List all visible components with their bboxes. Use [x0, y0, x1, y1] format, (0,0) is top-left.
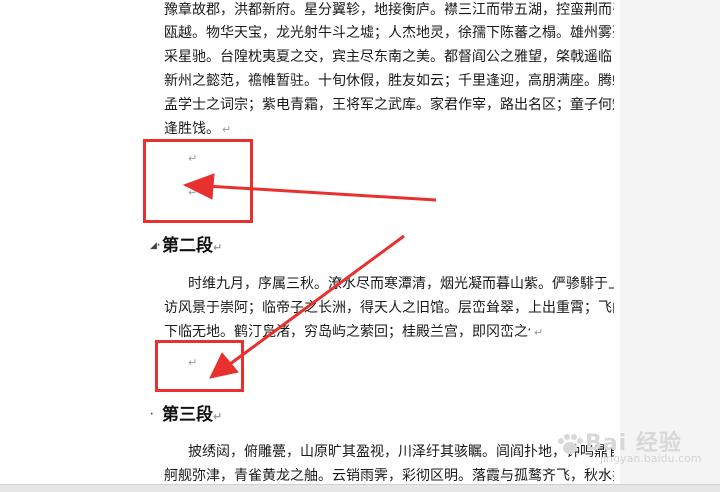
text-line[interactable]: 访风景于崇阿；临帝子之长洲，得天人之旧馆。层峦耸翠，上出重霄；飞阁流丹，	[164, 299, 614, 317]
paw-logo-icon	[558, 434, 583, 454]
paragraph-mark-icon: ↵	[213, 241, 223, 254]
text-line[interactable]: 逢胜饯。	[164, 120, 220, 138]
heading-bullet-icon: ◢·	[150, 241, 161, 251]
text-line[interactable]: 舸舰弥津，青雀黄龙之舳。云销雨霁，彩彻区明。落霞与孤鹜齐飞，秋水共长天	[164, 467, 614, 485]
watermark-url: jingyan.baidu.com	[600, 452, 702, 465]
text-line[interactable]: 孟学士之词宗；紫电青霜，王将军之武库。家君作宰，路出名区；童子何知，躬	[164, 96, 614, 114]
text-line[interactable]: 时维九月，序属三秋。潦水尽而寒潭清，烟光凝而暮山紫。俨骖騑于上路，	[188, 275, 614, 293]
paragraph-mark-icon: ↵	[213, 410, 223, 423]
heading-bullet-icon: ·	[150, 410, 154, 420]
heading-text: 第三段	[162, 405, 213, 425]
annotation-box	[155, 340, 244, 392]
text-line[interactable]: 下临无地。鹤汀凫渚，穷岛屿之萦回；桂殿兰宫，即冈峦之体势。	[164, 323, 530, 341]
heading-third-section[interactable]: · 第三段↵	[150, 400, 222, 425]
heading-text: 第二段	[162, 236, 213, 256]
paragraph-mark-icon: ↵	[222, 123, 232, 136]
text-line[interactable]: 采星驰。台隍枕夷夏之交，宾主尽东南之美。都督阎公之雅望，棨戟遥临；宇文	[164, 48, 614, 66]
text-line[interactable]: 新州之懿范，襜帷暂驻。十旬休假，胜友如云；千里逢迎，高朋满座。腾蛟起凤，	[164, 72, 614, 90]
right-margin	[620, 0, 720, 491]
text-line[interactable]: 披绣闼，俯雕甍，山原旷其盈视，川泽纡其骇瞩。闾阎扑地，钟鸣鼎食之家；	[188, 443, 614, 461]
text-line[interactable]: 瓯越。物华天宝，龙光射牛斗之墟；人杰地灵，徐孺下陈蕃之榻。雄州雾列，俊	[164, 24, 614, 42]
left-gutter	[0, 0, 144, 491]
text-line[interactable]: 豫章故郡，洪都新府。星分翼轸，地接衡庐。襟三江而带五湖，控蛮荆而引	[164, 1, 614, 19]
annotation-box	[143, 139, 253, 223]
paragraph-mark-icon: ↵	[534, 326, 544, 339]
heading-second-section[interactable]: ◢·第二段↵	[150, 231, 222, 256]
